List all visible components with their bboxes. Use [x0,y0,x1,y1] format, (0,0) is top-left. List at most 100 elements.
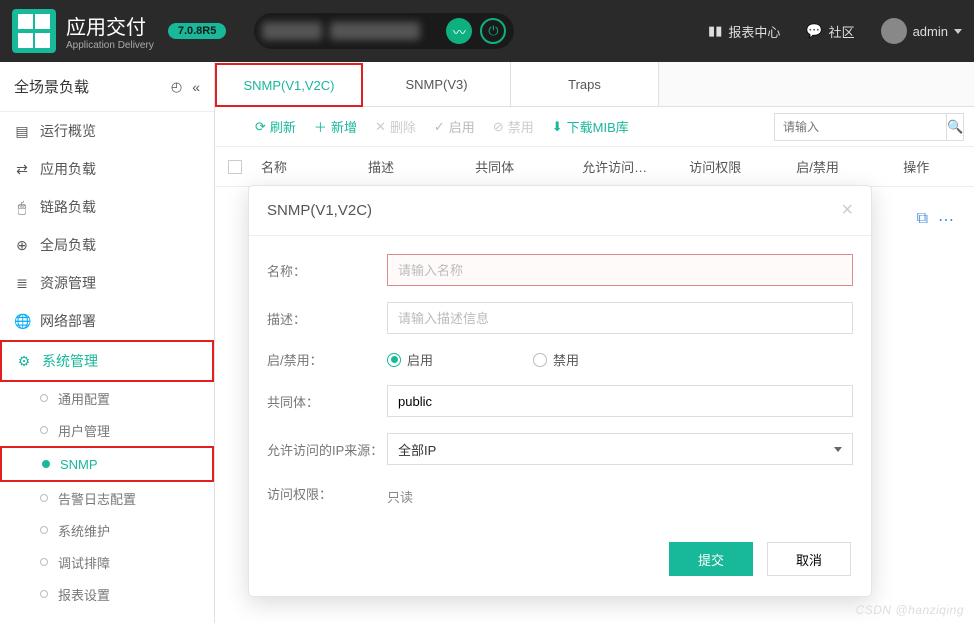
disable-button[interactable]: ⊘ 禁用 [493,117,534,136]
select-all-checkbox[interactable] [215,160,255,174]
sidebar-sub-alarm[interactable]: 告警日志配置 [0,482,214,514]
sidebar-sub-label: 告警日志配置 [58,489,136,508]
ipsource-select[interactable]: 全部IP [387,433,853,465]
sidebar-item-apploadbalance[interactable]: ⇄ 应用负载 [0,150,214,188]
sidebar-sub-general[interactable]: 通用配置 [0,382,214,414]
ban-icon: ⊘ [493,119,504,135]
enable-button[interactable]: ✓ 启用 [434,117,475,136]
power-icon[interactable]: ⏻ [480,18,506,44]
sidebar-sub-label: 用户管理 [58,421,110,440]
radio-icon [533,353,547,367]
download-label: 下载MIB库 [567,117,629,136]
bullet-icon [42,460,50,468]
stack-icon: ≣ [14,275,30,292]
app-title: 应用交付 Application Delivery [66,11,154,51]
tab-label: Traps [568,77,601,92]
username-label: admin [913,24,948,39]
add-button[interactable]: ＋ 新增 [314,117,357,136]
community-input[interactable] [387,385,853,417]
refresh-icon: ⟳ [255,119,266,135]
radio-disable[interactable]: 禁用 [533,350,579,369]
add-label: 新增 [331,117,357,136]
desc-input[interactable] [387,302,853,334]
gear-icon: ⚙ [16,353,32,370]
sidebar-sub-user[interactable]: 用户管理 [0,414,214,446]
bullet-icon [40,558,48,566]
sidebar-sub-debug[interactable]: 调试排障 [0,546,214,578]
form-row-community: 共同体： [267,385,853,417]
copy-icon[interactable]: ⧉ [917,210,928,230]
radio-enable-label: 启用 [407,350,433,369]
toolbar: ⟳ 刷新 ＋ 新增 ✕ 删除 ✓ 启用 ⊘ 禁用 ⬇ 下载MIB库 [215,107,974,147]
tab-snmp-v1v2c[interactable]: SNMP(V1,V2C) [215,63,363,107]
report-center-label: 报表中心 [728,22,780,41]
sidebar-item-label: 全局负载 [40,235,96,255]
form-row-name: 名称： [267,254,853,286]
dialog-title: SNMP(V1,V2C) [267,202,372,219]
refresh-button[interactable]: ⟳ 刷新 [255,117,296,136]
dialog-header: SNMP(V1,V2C) × [249,186,871,236]
search-icon[interactable]: 🔍 [946,114,963,140]
dashboard-icon: ▤ [14,123,30,140]
name-input[interactable] [387,254,853,286]
label-name: 名称： [267,261,387,280]
radio-icon [387,353,401,367]
form-row-desc: 描述： [267,302,853,334]
cancel-button[interactable]: 取消 [767,542,851,576]
bullet-icon [40,494,48,502]
community-label: 社区 [829,22,855,41]
row-actions: ⧉ ⋯ [917,210,954,230]
radio-enable[interactable]: 启用 [387,350,433,369]
more-icon[interactable]: ⋯ [938,210,954,230]
pulse-icon[interactable]: 〰 [446,18,472,44]
x-icon: ✕ [375,119,386,135]
chevron-down-icon [834,447,842,452]
report-center-link[interactable]: ▮▮ 报表中心 [708,22,780,41]
th-community: 共同体 [469,157,576,176]
snmp-create-dialog: SNMP(V1,V2C) × 名称： 描述： 启/禁用： 启用 [248,185,872,597]
sidebar-item-resource[interactable]: ≣ 资源管理 [0,264,214,302]
tab-traps[interactable]: Traps [511,62,659,106]
tab-label: SNMP(V1,V2C) [243,78,334,93]
sidebar-collapse-icon[interactable]: « [192,79,200,95]
search-input[interactable] [775,120,946,134]
submit-label: 提交 [698,550,724,569]
chat-icon: 💬 [806,23,822,39]
sidebar-item-network[interactable]: 🌐 网络部署 [0,302,214,340]
label-permission: 访问权限： [267,484,387,503]
sidebar-title: 全场景负载 [14,76,89,97]
sidebar-sub-report[interactable]: 报表设置 [0,578,214,610]
scenario-icon[interactable]: ◴ [171,79,182,95]
sidebar-header: 全场景负载 ◴ « [0,62,214,112]
community-link[interactable]: 💬 社区 [806,22,854,41]
topbar-right: ▮▮ 报表中心 💬 社区 admin [708,18,962,44]
sidebar: 全场景负载 ◴ « ▤ 运行概览 ⇄ 应用负载 🖱 链路负载 ⊕ 全局负载 ≣ … [0,62,215,623]
label-ipsource: 允许访问的IP来源： [267,440,387,459]
user-menu[interactable]: admin [881,18,962,44]
th-actions: 操作 [897,157,974,176]
sidebar-sub-maintain[interactable]: 系统维护 [0,514,214,546]
refresh-label: 刷新 [270,117,296,136]
tab-snmp-v3[interactable]: SNMP(V3) [363,62,511,106]
blurred-text [262,22,322,40]
close-icon[interactable]: × [841,199,853,222]
download-mib-button[interactable]: ⬇ 下载MIB库 [552,117,629,136]
sidebar-sub-snmp[interactable]: SNMP [2,448,212,480]
app-title-en: Application Delivery [66,40,154,51]
sidebar-item-overview[interactable]: ▤ 运行概览 [0,112,214,150]
sidebar-item-globalload[interactable]: ⊕ 全局负载 [0,226,214,264]
form-row-permission: 访问权限： 只读 [267,481,853,506]
delete-button[interactable]: ✕ 删除 [375,117,416,136]
bullet-icon [40,394,48,402]
th-desc: 描述 [362,157,469,176]
radio-disable-label: 禁用 [553,350,579,369]
label-desc: 描述： [267,309,387,328]
sidebar-item-linkload[interactable]: 🖱 链路负载 [0,188,214,226]
shuffle-icon: ⇄ [14,161,30,178]
topbar: 应用交付 Application Delivery 7.0.8R5 〰 ⏻ ▮▮… [0,0,974,62]
sidebar-item-system[interactable]: ⚙ 系统管理 [2,342,212,380]
sidebar-sub-label: 报表设置 [58,585,110,604]
sidebar-sub-label: 系统维护 [58,521,110,540]
submit-button[interactable]: 提交 [669,542,753,576]
chevron-down-icon [954,29,962,34]
